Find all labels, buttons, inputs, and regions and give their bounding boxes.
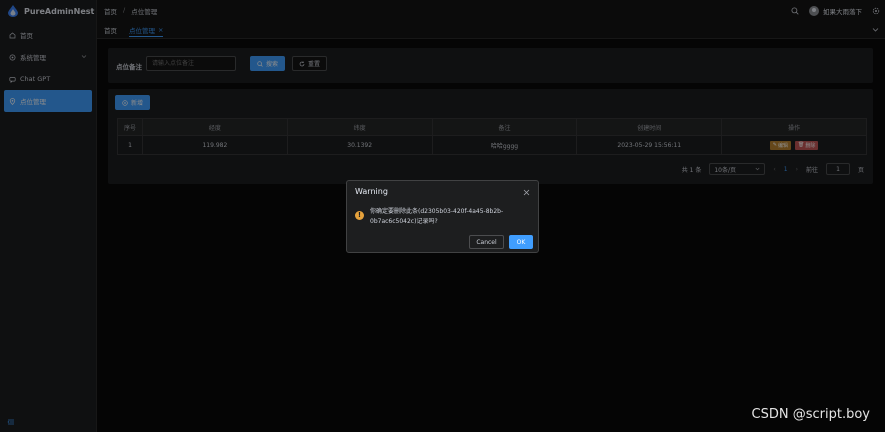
cancel-button[interactable]: Cancel xyxy=(469,235,504,249)
dialog-title: Warning xyxy=(355,187,388,196)
ok-button[interactable]: OK xyxy=(509,235,533,249)
watermark: CSDN @script.boy xyxy=(751,407,870,422)
dialog-message: 你确定要删除此条(d2305b03-420f-4a45-8b2b-0b7ac6c… xyxy=(370,208,504,225)
warning-icon: ! xyxy=(355,211,364,220)
confirm-dialog: Warning ! 你确定要删除此条(d2305b03-420f-4a45-8b… xyxy=(346,180,539,253)
close-icon[interactable] xyxy=(523,189,530,196)
